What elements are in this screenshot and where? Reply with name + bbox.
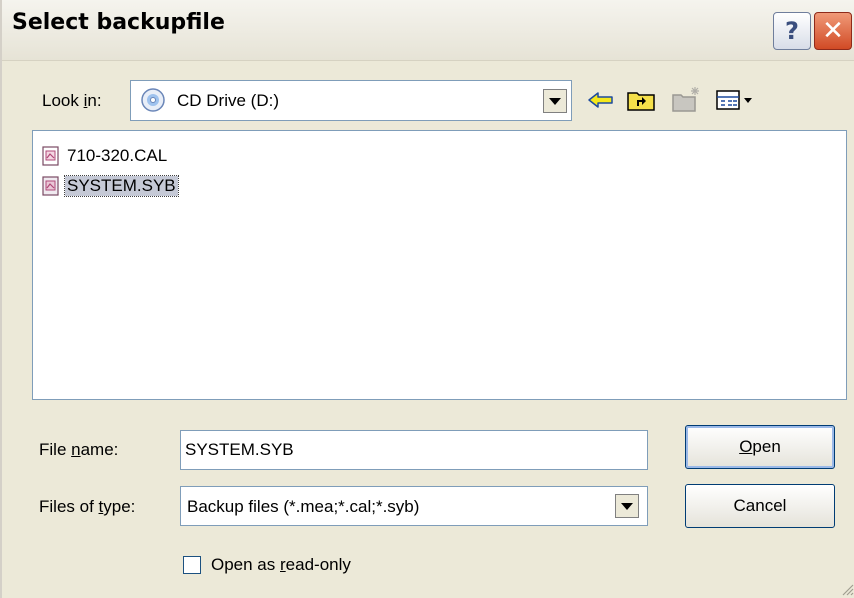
readonly-checkbox[interactable] (183, 556, 201, 574)
dialog-title: Select backupfile (12, 10, 225, 35)
file-dialog: Select backupfile ? ✕ Look in: CD Drive … (0, 0, 854, 598)
title-bar[interactable]: Select backupfile ? ✕ (2, 0, 854, 61)
lookin-value: CD Drive (D:) (177, 91, 279, 110)
cd-drive-icon (141, 88, 165, 112)
file-icon (42, 176, 59, 196)
up-one-level-icon[interactable] (625, 84, 657, 116)
filetype-label: Files of type: (39, 497, 136, 516)
open-button[interactable]: Open (685, 425, 835, 469)
chevron-down-icon (621, 503, 633, 510)
filetype-dropdown[interactable]: Backup files (*.mea;*.cal;*.syb) (180, 486, 648, 526)
file-list[interactable]: 710-320.CAL SYSTEM.SYB (32, 130, 847, 400)
file-name: 710-320.CAL (67, 146, 168, 165)
file-name: SYSTEM.SYB (64, 175, 179, 197)
lookin-dropdown[interactable]: CD Drive (D:) (130, 80, 572, 121)
new-folder-icon[interactable] (670, 84, 702, 116)
filetype-dropdown-button[interactable] (615, 494, 639, 518)
readonly-label[interactable]: Open as read-only (211, 555, 351, 575)
cancel-button[interactable]: Cancel (685, 484, 835, 528)
view-menu-icon[interactable] (714, 84, 758, 116)
help-button[interactable]: ? (773, 12, 811, 50)
filename-label: File name: (39, 440, 119, 459)
resize-grip-icon[interactable] (840, 582, 854, 596)
back-arrow-icon[interactable] (585, 84, 617, 116)
lookin-dropdown-button[interactable] (543, 89, 567, 113)
chevron-down-icon (549, 98, 561, 105)
filename-input[interactable] (180, 430, 648, 470)
file-icon (42, 146, 59, 166)
lookin-label: Look in: (42, 91, 102, 110)
close-button[interactable]: ✕ (814, 12, 852, 50)
filetype-value: Backup files (*.mea;*.cal;*.syb) (187, 497, 420, 516)
